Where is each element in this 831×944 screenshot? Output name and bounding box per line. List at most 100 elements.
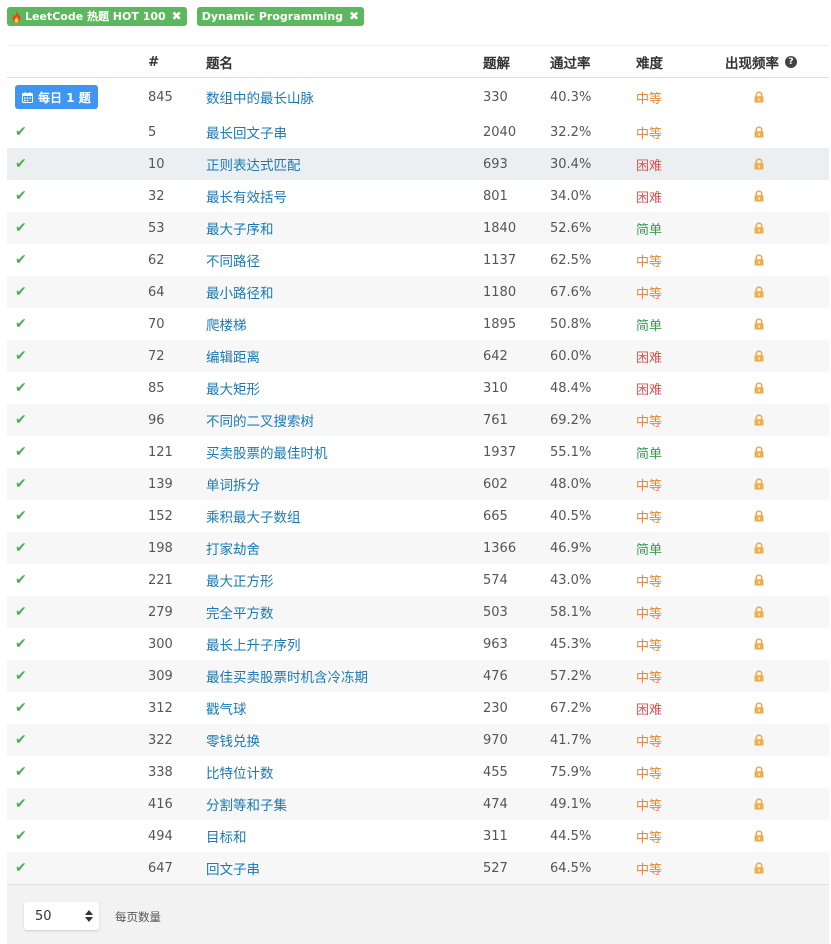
table-row[interactable]: 每日 1 题 845 数组中的最长山脉 330 40.3% 中等 xyxy=(7,78,829,116)
lock-icon xyxy=(754,222,764,234)
table-row[interactable]: ✔ 494 目标和 311 44.5% 中等 xyxy=(7,820,829,852)
close-icon[interactable]: ✖ xyxy=(349,7,359,26)
problem-title-link[interactable]: 最大矩形 xyxy=(206,378,260,398)
problem-title-link[interactable]: 爬楼梯 xyxy=(206,314,247,334)
problem-title-link[interactable]: 零钱兑换 xyxy=(206,730,260,750)
table-row[interactable]: ✔ 139 单词拆分 602 48.0% 中等 xyxy=(7,468,829,500)
column-solutions-header[interactable]: 题解 xyxy=(483,46,510,77)
problem-title-link[interactable]: 分割等和子集 xyxy=(206,794,287,814)
frequency-lock[interactable] xyxy=(753,78,765,116)
problem-title-link[interactable]: 最长上升子序列 xyxy=(206,634,301,654)
problem-title-link[interactable]: 最长有效括号 xyxy=(206,186,287,206)
column-frequency-header[interactable]: 出现频率 ? xyxy=(725,46,797,77)
tag-dynamic-programming[interactable]: Dynamic Programming ✖ xyxy=(196,7,365,26)
table-row[interactable]: ✔ 152 乘积最大子数组 665 40.5% 中等 xyxy=(7,500,829,532)
frequency-lock[interactable] xyxy=(753,180,765,212)
table-row[interactable]: ✔ 32 最长有效括号 801 34.0% 困难 xyxy=(7,180,829,212)
frequency-lock[interactable] xyxy=(753,212,765,244)
frequency-lock[interactable] xyxy=(753,468,765,500)
problem-title-link[interactable]: 打家劫舍 xyxy=(206,538,260,558)
column-acceptance-header[interactable]: 通过率 xyxy=(550,46,591,77)
problem-title-link[interactable]: 正则表达式匹配 xyxy=(206,154,301,174)
lock-icon xyxy=(754,446,764,458)
table-row[interactable]: ✔ 85 最大矩形 310 48.4% 困难 xyxy=(7,372,829,404)
table-row[interactable]: ✔ 64 最小路径和 1180 67.6% 中等 xyxy=(7,276,829,308)
problem-title-cell: 最大子序和 xyxy=(206,212,274,244)
table-row[interactable]: ✔ 53 最大子序和 1840 52.6% 简单 xyxy=(7,212,829,244)
frequency-lock[interactable] xyxy=(753,372,765,404)
table-row[interactable]: ✔ 72 编辑距离 642 60.0% 困难 xyxy=(7,340,829,372)
table-row[interactable]: ✔ 309 最佳买卖股票时机含冷冻期 476 57.2% 中等 xyxy=(7,660,829,692)
column-title-header[interactable]: 题名 xyxy=(206,46,233,77)
check-icon: ✔ xyxy=(15,796,27,812)
frequency-lock[interactable] xyxy=(753,308,765,340)
table-row[interactable]: ✔ 5 最长回文子串 2040 32.2% 中等 xyxy=(7,116,829,148)
frequency-lock[interactable] xyxy=(753,756,765,788)
problem-title-link[interactable]: 买卖股票的最佳时机 xyxy=(206,442,328,462)
problem-title-link[interactable]: 乘积最大子数组 xyxy=(206,506,301,526)
frequency-lock[interactable] xyxy=(753,692,765,724)
frequency-lock[interactable] xyxy=(753,628,765,660)
problem-title-link[interactable]: 不同路径 xyxy=(206,250,260,270)
difficulty-label: 中等 xyxy=(636,862,663,878)
frequency-lock[interactable] xyxy=(753,660,765,692)
status-cell: ✔ xyxy=(15,340,27,372)
frequency-lock[interactable] xyxy=(753,404,765,436)
frequency-lock[interactable] xyxy=(753,276,765,308)
frequency-lock[interactable] xyxy=(753,244,765,276)
problem-title-link[interactable]: 最大子序和 xyxy=(206,218,274,238)
table-row[interactable]: ✔ 312 戳气球 230 67.2% 困难 xyxy=(7,692,829,724)
page-size-select[interactable]: 50 xyxy=(24,902,99,930)
problem-title-link[interactable]: 数组中的最长山脉 xyxy=(206,87,314,107)
table-row[interactable]: ✔ 62 不同路径 1137 62.5% 中等 xyxy=(7,244,829,276)
problem-title-link[interactable]: 回文子串 xyxy=(206,858,260,878)
frequency-lock[interactable] xyxy=(753,340,765,372)
daily-problem-badge[interactable]: 每日 1 题 xyxy=(15,85,98,109)
solution-count: 330 xyxy=(483,89,508,105)
frequency-lock[interactable] xyxy=(753,788,765,820)
table-row[interactable]: ✔ 10 正则表达式匹配 693 30.4% 困难 xyxy=(7,148,829,180)
page-size-label: 每页数量 xyxy=(115,910,161,924)
column-difficulty-header[interactable]: 难度 xyxy=(636,46,663,77)
problem-title-link[interactable]: 最大正方形 xyxy=(206,570,274,590)
frequency-lock[interactable] xyxy=(753,820,765,852)
table-row[interactable]: ✔ 279 完全平方数 503 58.1% 中等 xyxy=(7,596,829,628)
table-row[interactable]: ✔ 338 比特位计数 455 75.9% 中等 xyxy=(7,756,829,788)
table-row[interactable]: ✔ 121 买卖股票的最佳时机 1937 55.1% 简单 xyxy=(7,436,829,468)
question-circle-icon[interactable]: ? xyxy=(785,55,797,68)
table-row[interactable]: ✔ 300 最长上升子序列 963 45.3% 中等 xyxy=(7,628,829,660)
problem-title-link[interactable]: 单词拆分 xyxy=(206,474,260,494)
problem-title-link[interactable]: 编辑距离 xyxy=(206,346,260,366)
problem-title-link[interactable]: 完全平方数 xyxy=(206,602,274,622)
table-row[interactable]: ✔ 647 回文子串 527 64.5% 中等 xyxy=(7,852,829,884)
frequency-lock[interactable] xyxy=(753,564,765,596)
problem-title-link[interactable]: 戳气球 xyxy=(206,698,247,718)
frequency-lock[interactable] xyxy=(753,436,765,468)
problem-title-link[interactable]: 最长回文子串 xyxy=(206,122,287,142)
close-icon[interactable]: ✖ xyxy=(172,7,182,26)
frequency-lock[interactable] xyxy=(753,724,765,756)
tag-hot100[interactable]: LeetCode 热题 HOT 100 ✖ xyxy=(7,7,187,26)
check-icon: ✔ xyxy=(15,572,27,588)
frequency-lock[interactable] xyxy=(753,116,765,148)
frequency-lock[interactable] xyxy=(753,852,765,884)
solution-count: 970 xyxy=(483,732,508,748)
table-row[interactable]: ✔ 416 分割等和子集 474 49.1% 中等 xyxy=(7,788,829,820)
table-row[interactable]: ✔ 70 爬楼梯 1895 50.8% 简单 xyxy=(7,308,829,340)
problem-title-cell: 乘积最大子数组 xyxy=(206,500,301,532)
table-row[interactable]: ✔ 96 不同的二叉搜索树 761 69.2% 中等 xyxy=(7,404,829,436)
problem-title-link[interactable]: 最小路径和 xyxy=(206,282,274,302)
problem-title-link[interactable]: 比特位计数 xyxy=(206,762,274,782)
acceptance-rate: 67.6% xyxy=(550,284,592,300)
frequency-lock[interactable] xyxy=(753,500,765,532)
frequency-lock[interactable] xyxy=(753,532,765,564)
problem-title-link[interactable]: 不同的二叉搜索树 xyxy=(206,410,314,430)
frequency-lock[interactable] xyxy=(753,596,765,628)
column-id-header[interactable]: # xyxy=(148,46,159,77)
table-row[interactable]: ✔ 322 零钱兑换 970 41.7% 中等 xyxy=(7,724,829,756)
table-row[interactable]: ✔ 198 打家劫舍 1366 46.9% 简单 xyxy=(7,532,829,564)
table-row[interactable]: ✔ 221 最大正方形 574 43.0% 中等 xyxy=(7,564,829,596)
problem-title-link[interactable]: 最佳买卖股票时机含冷冻期 xyxy=(206,666,368,686)
problem-title-link[interactable]: 目标和 xyxy=(206,826,247,846)
frequency-lock[interactable] xyxy=(753,148,765,180)
